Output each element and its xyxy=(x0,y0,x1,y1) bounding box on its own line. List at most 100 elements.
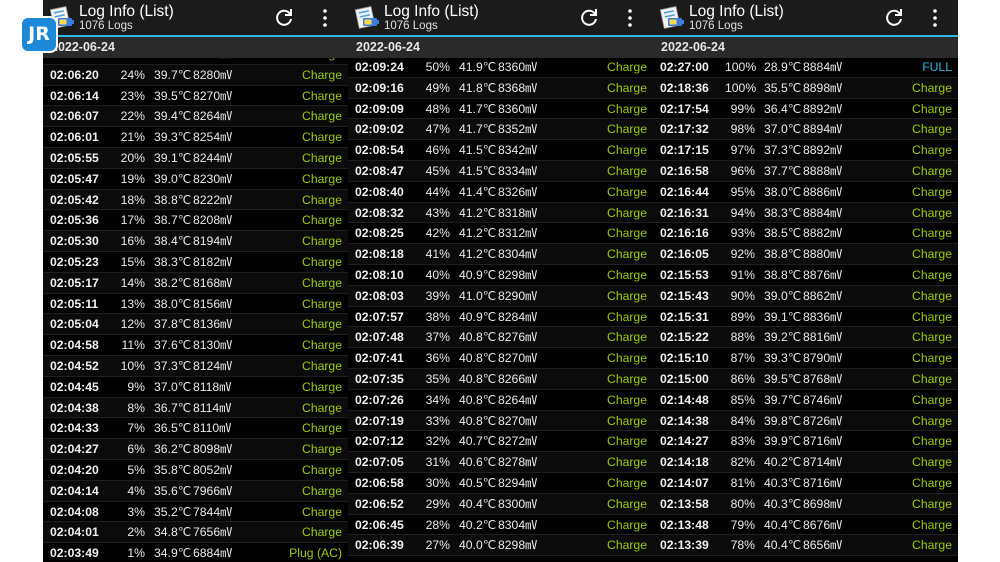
log-row[interactable]: 02:06:01 21% 39.3℃ 8254㎷ Charge xyxy=(43,127,348,148)
log-row[interactable]: 02:08:32 43% 41.2℃ 8318㎷ Charge xyxy=(348,202,653,224)
log-row[interactable]: 02:04:38 8% 36.7℃ 8114㎷ Charge xyxy=(43,397,348,419)
log-list[interactable]: 02:06:2625%39.9℃8288㎷Charge02:06:2024%39… xyxy=(43,44,348,562)
log-row[interactable]: 02:17:15 97% 37.3℃ 8892㎷ Charge xyxy=(653,140,958,161)
battery-temperature: 37.0℃ xyxy=(764,122,802,137)
log-row[interactable]: 02:15:31 89% 39.1℃ 8836㎷ Charge xyxy=(653,307,958,328)
log-row[interactable]: 02:06:45 28% 40.2℃ 8304㎷ Charge xyxy=(348,515,653,536)
log-row[interactable]: 02:18:36 100% 35.5℃ 8898㎷ Charge xyxy=(653,77,958,99)
log-row[interactable]: 02:14:48 85% 39.7℃ 8746㎷ Charge xyxy=(653,390,958,411)
log-row[interactable]: 02:17:32 98% 37.0℃ 8894㎷ Charge xyxy=(653,119,958,141)
log-row[interactable]: 02:04:58 11% 37.6℃ 8130㎷ Charge xyxy=(43,335,348,356)
log-row[interactable]: 02:06:39 27% 40.0℃ 8298㎷ Charge xyxy=(348,535,653,557)
overflow-menu-icon[interactable] xyxy=(930,8,940,28)
charge-status: Charge xyxy=(912,351,952,366)
log-time: 02:17:54 xyxy=(660,101,709,116)
charge-status: Charge xyxy=(912,413,952,428)
log-row[interactable]: 02:08:54 46% 41.5℃ 8342㎷ Charge xyxy=(348,140,653,161)
log-row[interactable]: 02:14:18 82% 40.2℃ 8714㎷ Charge xyxy=(653,452,958,473)
log-row[interactable]: 02:17:54 99% 36.4℃ 8892㎷ Charge xyxy=(653,99,958,120)
log-row[interactable]: 02:16:58 96% 37.7℃ 8888㎷ Charge xyxy=(653,160,958,182)
log-row[interactable]: 02:08:47 45% 41.5℃ 8334㎷ Charge xyxy=(348,160,653,182)
log-row[interactable]: 02:07:12 32% 40.7℃ 8272㎷ Charge xyxy=(348,431,653,453)
battery-percent: 89% xyxy=(730,309,755,324)
log-row[interactable]: 02:07:05 31% 40.6℃ 8278㎷ Charge xyxy=(348,452,653,473)
log-row[interactable]: 02:27:00 100% 28.9℃ 8884㎷ FULL xyxy=(653,57,958,78)
battery-voltage: 8716㎷ xyxy=(803,434,843,449)
refresh-icon[interactable] xyxy=(884,8,904,28)
log-row[interactable]: 02:05:30 16% 38.4℃ 8194㎷ Charge xyxy=(43,231,348,252)
log-row[interactable]: 02:04:08 3% 35.2℃ 7844㎷ Charge xyxy=(43,502,348,523)
log-row[interactable]: 02:08:40 44% 41.4℃ 8326㎷ Charge xyxy=(348,182,653,203)
date-header: 2022-06-24 xyxy=(653,37,958,58)
log-row[interactable]: 02:15:10 87% 39.3℃ 8790㎷ Charge xyxy=(653,348,958,369)
log-list[interactable]: 02:09:24 50% 41.9℃ 8360㎷ Charge 02:09:16 49% 41… xyxy=(348,57,653,557)
overflow-menu-icon[interactable] xyxy=(320,8,330,28)
charge-status: Charge xyxy=(302,88,342,103)
log-row[interactable]: 02:06:20 24% 39.7℃ 8280㎷ Charge xyxy=(43,64,348,86)
log-row[interactable]: 02:08:18 41% 41.2℃ 8304㎷ Charge xyxy=(348,244,653,265)
log-row[interactable]: 02:04:20 5% 35.8℃ 8052㎷ Charge xyxy=(43,460,348,481)
log-row[interactable]: 02:16:16 93% 38.5℃ 8882㎷ Charge xyxy=(653,223,958,245)
log-row[interactable]: 02:14:27 83% 39.9℃ 8716㎷ Charge xyxy=(653,431,958,453)
battery-temperature: 35.2℃ xyxy=(154,504,192,519)
charge-status: Charge xyxy=(302,109,342,124)
log-row[interactable]: 02:07:41 36% 40.8℃ 8270㎷ Charge xyxy=(348,348,653,369)
log-row[interactable]: 02:03:49 1% 34.9℃ 6884㎷ Plug (AC) xyxy=(43,543,348,562)
log-row[interactable]: 02:13:58 80% 40.3℃ 8698㎷ Charge xyxy=(653,493,958,515)
log-row[interactable]: 02:05:04 12% 37.8℃ 8136㎷ Charge xyxy=(43,314,348,336)
log-row[interactable]: 02:08:10 40% 40.9℃ 8298㎷ Charge xyxy=(348,265,653,286)
log-row[interactable]: 02:06:52 29% 40.4℃ 8300㎷ Charge xyxy=(348,493,653,515)
log-row[interactable]: 02:13:48 79% 40.4℃ 8676㎷ Charge xyxy=(653,515,958,536)
log-row[interactable]: 02:15:22 88% 39.2℃ 8816㎷ Charge xyxy=(653,327,958,349)
log-row[interactable]: 02:16:44 95% 38.0℃ 8886㎷ Charge xyxy=(653,182,958,203)
log-row[interactable]: 02:05:42 18% 38.8℃ 8222㎷ Charge xyxy=(43,189,348,211)
log-row[interactable]: 02:09:24 50% 41.9℃ 8360㎷ Charge xyxy=(348,57,653,78)
log-row[interactable]: 02:04:14 4% 35.6℃ 7966㎷ Charge xyxy=(43,480,348,502)
log-row[interactable]: 02:07:48 37% 40.8℃ 8276㎷ Charge xyxy=(348,327,653,349)
log-row[interactable]: 02:06:14 23% 39.5℃ 8270㎷ Charge xyxy=(43,86,348,107)
log-row[interactable]: 02:04:27 6% 36.2℃ 8098㎷ Charge xyxy=(43,439,348,460)
log-row[interactable]: 02:06:07 22% 39.4℃ 8264㎷ Charge xyxy=(43,106,348,128)
log-row[interactable]: 02:09:09 48% 41.7℃ 8360㎷ Charge xyxy=(348,99,653,120)
log-row[interactable]: 02:05:47 19% 39.0℃ 8230㎷ Charge xyxy=(43,169,348,190)
battery-temperature: 36.7℃ xyxy=(154,400,192,415)
log-row[interactable]: 02:05:23 15% 38.3℃ 8182㎷ Charge xyxy=(43,252,348,273)
log-row[interactable]: 02:04:01 2% 34.8℃ 7656㎷ Charge xyxy=(43,522,348,544)
log-row[interactable]: 02:15:00 86% 39.5℃ 8768㎷ Charge xyxy=(653,368,958,390)
refresh-icon[interactable] xyxy=(274,8,294,28)
log-row[interactable]: 02:04:45 9% 37.0℃ 8118㎷ Charge xyxy=(43,377,348,398)
log-row[interactable]: 02:07:35 35% 40.8℃ 8266㎷ Charge xyxy=(348,368,653,390)
log-row[interactable]: 02:04:33 7% 36.5℃ 8110㎷ Charge xyxy=(43,418,348,440)
log-row[interactable]: 02:13:39 78% 40.4℃ 8656㎷ Charge xyxy=(653,535,958,557)
log-row[interactable]: 02:07:26 34% 40.8℃ 8264㎷ Charge xyxy=(348,390,653,411)
log-row[interactable]: 02:05:11 13% 38.0℃ 8156㎷ Charge xyxy=(43,294,348,315)
charge-status: Charge xyxy=(607,434,647,449)
log-row[interactable]: 02:09:16 49% 41.8℃ 8368㎷ Charge xyxy=(348,77,653,99)
battery-voltage: 8894㎷ xyxy=(803,122,843,137)
log-row[interactable]: 02:07:19 33% 40.8℃ 8270㎷ Charge xyxy=(348,410,653,432)
log-row[interactable]: 02:08:03 39% 41.0℃ 8290㎷ Charge xyxy=(348,285,653,307)
log-row[interactable]: 02:05:36 17% 38.7℃ 8208㎷ Charge xyxy=(43,210,348,232)
log-row[interactable]: 02:08:25 42% 41.2℃ 8312㎷ Charge xyxy=(348,223,653,245)
log-time: 02:04:27 xyxy=(50,442,99,457)
battery-percent: 6% xyxy=(127,442,145,457)
log-row[interactable]: 02:16:31 94% 38.3℃ 8884㎷ Charge xyxy=(653,202,958,224)
log-row[interactable]: 02:04:52 10% 37.3℃ 8124㎷ Charge xyxy=(43,355,348,377)
log-row[interactable]: 02:14:07 81% 40.3℃ 8716㎷ Charge xyxy=(653,473,958,494)
log-row[interactable]: 02:07:57 38% 40.9℃ 8284㎷ Charge xyxy=(348,307,653,328)
log-time: 02:09:16 xyxy=(355,80,404,95)
log-row[interactable]: 02:15:43 90% 39.0℃ 8862㎷ Charge xyxy=(653,285,958,307)
battery-temperature: 39.9℃ xyxy=(764,434,802,449)
battery-temperature: 39.7℃ xyxy=(154,67,192,82)
log-row[interactable]: 02:16:05 92% 38.8℃ 8880㎷ Charge xyxy=(653,244,958,265)
log-list[interactable]: 02:27:00 100% 28.9℃ 8884㎷ FULL 02:18:36 100% 35… xyxy=(653,57,958,557)
log-row[interactable]: 02:06:58 30% 40.5℃ 8294㎷ Charge xyxy=(348,473,653,494)
log-row[interactable]: 02:14:38 84% 39.8℃ 8726㎷ Charge xyxy=(653,410,958,432)
refresh-icon[interactable] xyxy=(579,8,599,28)
log-row[interactable]: 02:05:17 14% 38.2℃ 8168㎷ Charge xyxy=(43,272,348,294)
log-row[interactable]: 02:09:02 47% 41.7℃ 8352㎷ Charge xyxy=(348,119,653,141)
log-row[interactable]: 02:05:55 20% 39.1℃ 8244㎷ Charge xyxy=(43,147,348,169)
log-row[interactable]: 02:15:53 91% 38.8℃ 8876㎷ Charge xyxy=(653,265,958,286)
overflow-menu-icon[interactable] xyxy=(625,8,635,28)
battery-percent: 33% xyxy=(425,413,450,428)
